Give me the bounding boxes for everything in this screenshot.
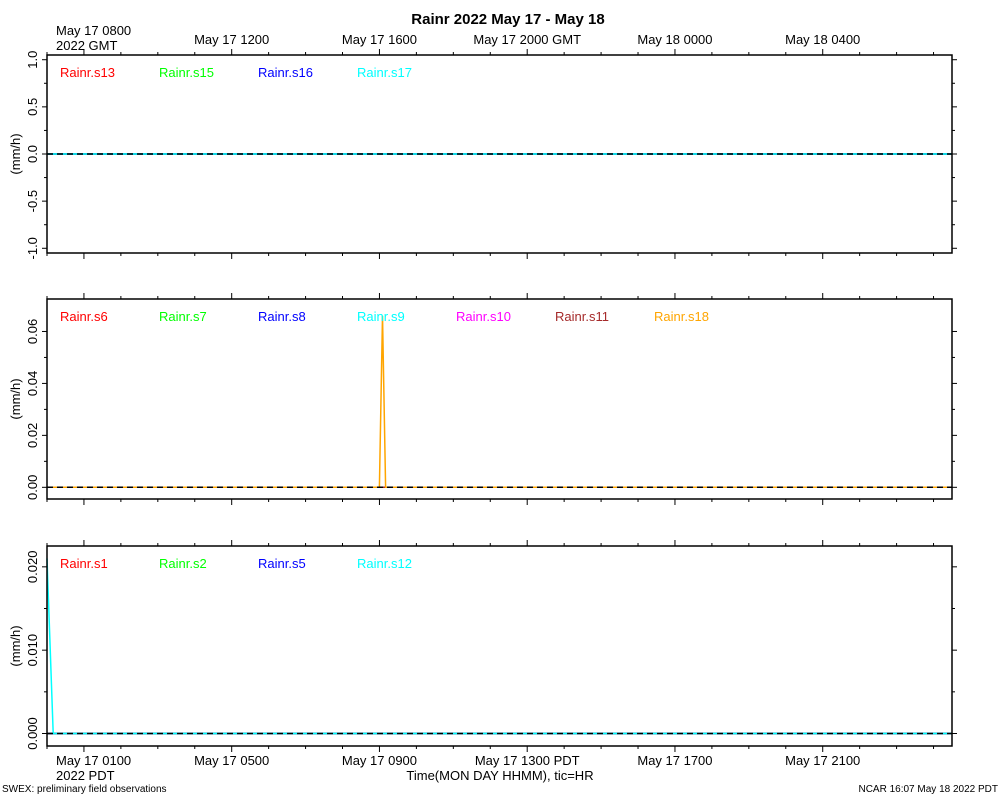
legend-entry: Rainr.s13 [60,65,115,80]
bottom-axis-labels: May 17 0500 May 17 0900 May 17 1300 PDT May… [194,753,860,768]
top-axis-tick-label: May 17 1200 [194,32,269,47]
y-tick-label: 0.02 [25,423,40,448]
y-tick-label: 0.000 [25,717,40,750]
y-tick-label: 0.0 [25,145,40,163]
panel-2: 0.00 0.02 0.04 0.06 (mm/h) Rainr.s6 Rainr.s7 Ra… [8,293,957,505]
legend-entry: Rainr.s11 [555,309,609,324]
y-tick-label: 0.010 [25,634,40,667]
chart-figure: Rainr 2022 May 17 - May 18 May 17 0800 2… [2,11,998,795]
bottom-axis-tick-label: May 17 1300 PDT [475,753,580,768]
top-axis-tick-label: May 17 1600 [342,32,417,47]
y-axis-label: (mm/h) [8,133,23,174]
bottom-start-label-line1: May 17 0100 [56,753,131,768]
x-axis-label: Time(MON DAY HHMM), tic=HR [406,768,593,783]
legend-entry: Rainr.s5 [258,556,306,571]
bottom-axis-tick-label: May 17 0900 [342,753,417,768]
legend-entry: Rainr.s2 [159,556,207,571]
y-axis-label: (mm/h) [8,378,23,419]
panels: -1.0 -0.5 0.0 0.5 1.0 (mm/h) Rainr.s13 Rainr.s1… [8,49,957,752]
top-start-label-line1: May 17 0800 [56,23,131,38]
top-axis-labels: May 17 1200 May 17 1600 May 17 2000 GMT May… [194,32,860,47]
footer-right-note: NCAR 16:07 May 18 2022 PDT [858,784,998,795]
legend-entry: Rainr.s8 [258,309,306,324]
y-tick-label: 0.06 [25,319,40,344]
y-tick-label: -1.0 [25,237,40,259]
top-axis-tick-label: May 18 0400 [785,32,860,47]
plot-frame [46,545,953,747]
y-tick-label: 1.0 [25,51,40,69]
legend-entry: Rainr.s16 [258,65,313,80]
y-tick-label: 0.04 [25,371,40,396]
panel-3: 0.000 0.010 0.020 (mm/h) Rainr.s1 Rainr.s2 Rai… [8,540,957,752]
y-tick-label: 0.00 [25,475,40,500]
footer-left-note: SWEX: preliminary field observations [2,784,167,795]
plot-frame [46,298,953,500]
y-tick-label: 0.020 [25,551,40,584]
legend-entry: Rainr.s9 [357,309,405,324]
panel-1: -1.0 -0.5 0.0 0.5 1.0 (mm/h) Rainr.s13 Rainr.s1… [8,49,957,259]
top-axis-tick-label: May 17 2000 GMT [473,32,581,47]
y-axis-label: (mm/h) [8,625,23,666]
legend-entry: Rainr.s7 [159,309,207,324]
legend-entry: Rainr.s1 [60,556,108,571]
legend-entry: Rainr.s17 [357,65,412,80]
chart-title: Rainr 2022 May 17 - May 18 [411,11,604,28]
top-start-label-line2: 2022 GMT [56,38,117,53]
legend-entry: Rainr.s15 [159,65,214,80]
bottom-axis-tick-label: May 17 0500 [194,753,269,768]
bottom-axis-tick-label: May 17 1700 [637,753,712,768]
legend-entry: Rainr.s6 [60,309,108,324]
bottom-axis-tick-label: May 17 2100 [785,753,860,768]
legend-entry: Rainr.s12 [357,556,412,571]
legend-entry: Rainr.s18 [654,309,709,324]
top-axis-tick-label: May 18 0000 [637,32,712,47]
y-tick-label: -0.5 [25,190,40,212]
bottom-start-label-line2: 2022 PDT [56,768,115,783]
y-tick-label: 0.5 [25,98,40,116]
series-line [46,558,952,735]
series-line [47,315,952,489]
legend-entry: Rainr.s10 [456,309,511,324]
